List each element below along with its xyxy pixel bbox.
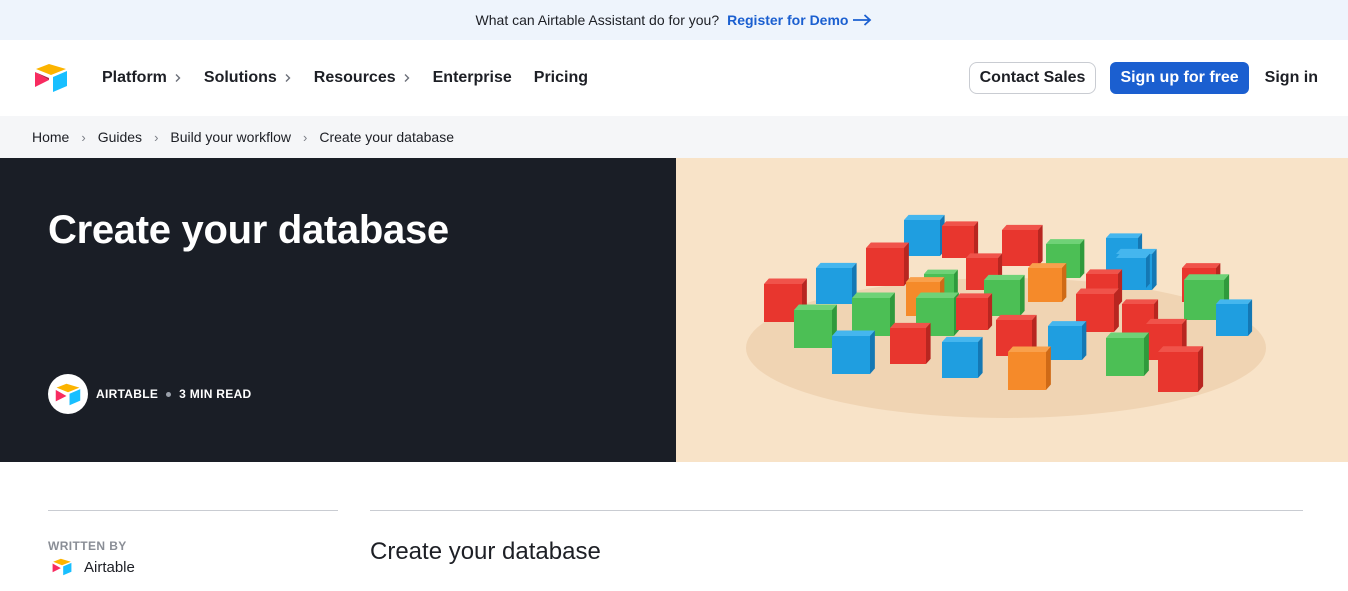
block — [816, 262, 857, 304]
airtable-logo-icon — [52, 558, 72, 576]
block — [956, 293, 993, 330]
hero-author: AIRTABLE — [96, 387, 159, 401]
block — [890, 322, 931, 364]
block — [1158, 346, 1204, 392]
nav-platform[interactable]: Platform — [102, 69, 182, 87]
breadcrumb-home[interactable]: Home — [32, 129, 69, 145]
contact-sales-button[interactable]: Contact Sales — [968, 62, 1097, 94]
breadcrumb-guides[interactable]: Guides — [98, 129, 142, 145]
airtable-logo-icon — [55, 383, 81, 405]
nav-pricing-label: Pricing — [533, 69, 588, 86]
sidebar-divider — [48, 510, 338, 511]
breadcrumb: Home › Guides › Build your workflow › Cr… — [0, 116, 1348, 158]
block — [1028, 263, 1067, 302]
sign-up-button[interactable]: Sign up for free — [1110, 62, 1249, 94]
nav-solutions-label: Solutions — [203, 69, 277, 86]
separator-dot — [166, 391, 172, 397]
hero-image — [676, 158, 1348, 462]
airtable-logo[interactable] — [34, 63, 68, 93]
breadcrumb-build-workflow[interactable]: Build your workflow — [170, 129, 291, 145]
block — [1106, 332, 1149, 376]
block — [852, 292, 895, 336]
nav-resources[interactable]: Resources — [314, 69, 411, 87]
register-demo-label: Register for Demo — [727, 12, 849, 28]
block — [866, 242, 909, 286]
announcement-bar: What can Airtable Assistant do for you? … — [0, 0, 1348, 40]
block — [904, 214, 945, 256]
chevron-right-icon — [404, 74, 410, 82]
chevron-right-icon — [285, 74, 291, 82]
block — [1216, 299, 1253, 336]
breadcrumb-current: Create your database — [319, 129, 454, 145]
nav-enterprise-label: Enterprise — [432, 69, 512, 86]
sidebar-author[interactable]: Airtable — [52, 558, 135, 576]
hero-author-row: AIRTABLE 3 MIN READ — [48, 374, 252, 414]
top-nav: Platform Solutions Resources Enterprise … — [0, 40, 1348, 116]
read-time: 3 MIN READ — [179, 387, 252, 401]
register-demo-link[interactable]: Register for Demo — [727, 12, 872, 28]
block — [1002, 224, 1043, 266]
avatar — [48, 374, 88, 414]
written-by-label: WRITTEN BY — [48, 539, 127, 553]
block — [942, 221, 979, 258]
block — [832, 330, 875, 374]
nav-pricing[interactable]: Pricing — [534, 69, 588, 87]
nav-platform-label: Platform — [102, 69, 167, 86]
breadcrumb-separator-icon: › — [81, 129, 86, 145]
page-title: Create your database — [48, 208, 449, 252]
nav-enterprise[interactable]: Enterprise — [433, 69, 512, 87]
colorful-blocks-image — [746, 214, 1266, 418]
article-title: Create your database — [370, 538, 601, 565]
block — [794, 304, 837, 348]
chevron-right-icon — [175, 74, 181, 82]
sidebar-author-name: Airtable — [84, 558, 135, 576]
announcement-text: What can Airtable Assistant do for you? — [475, 12, 720, 28]
breadcrumb-separator-icon: › — [303, 129, 308, 145]
block — [1008, 346, 1051, 390]
hero-panel: Create your database AIRTABLE 3 MIN READ — [0, 158, 676, 462]
nav-resources-label: Resources — [313, 69, 396, 86]
block — [1048, 321, 1087, 360]
arrow-right-icon — [853, 14, 872, 26]
nav-solutions[interactable]: Solutions — [204, 69, 292, 87]
block — [942, 336, 983, 378]
content-divider — [370, 510, 1303, 511]
breadcrumb-separator-icon: › — [154, 129, 159, 145]
sign-in-link[interactable]: Sign in — [1265, 69, 1318, 87]
